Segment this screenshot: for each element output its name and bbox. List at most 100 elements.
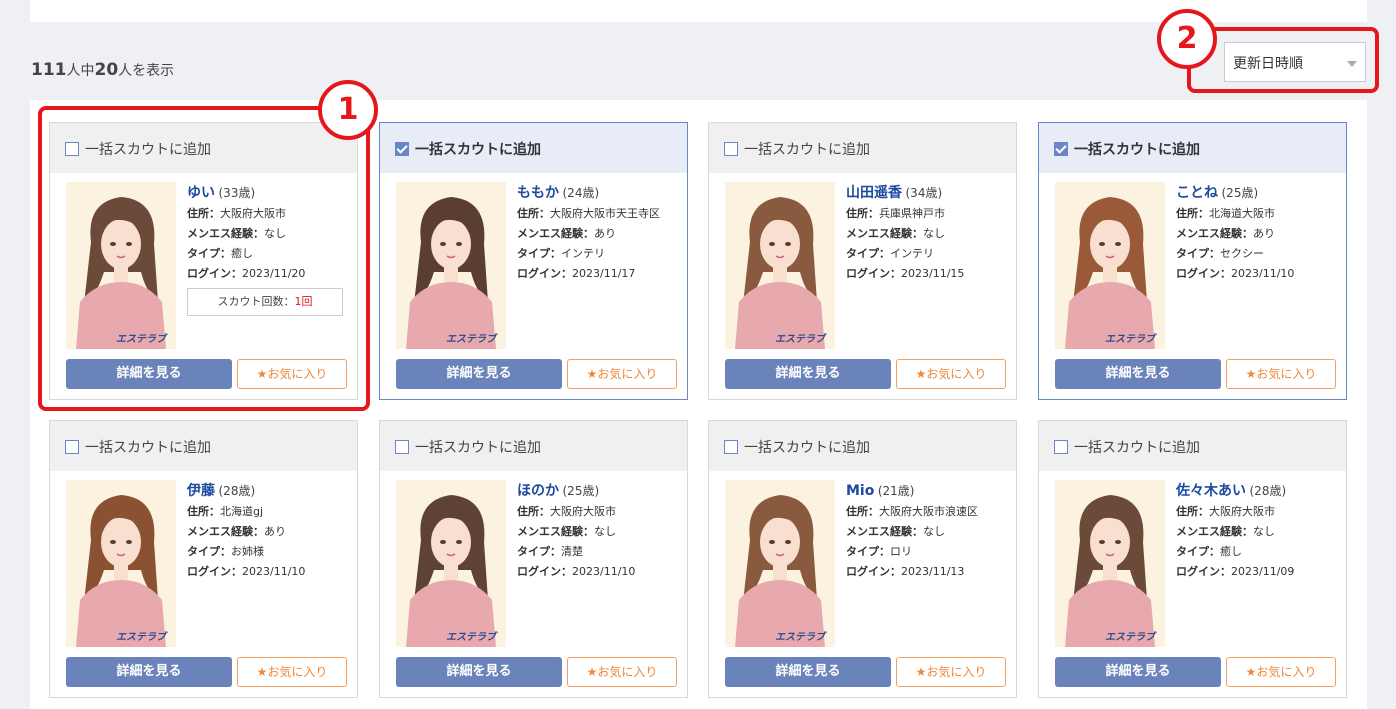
photo-logo: エステラブ [446,334,496,345]
bulk-scout-label: 一括スカウトに追加 [1074,440,1200,456]
address-label: 住所： [1176,207,1209,220]
checkbox-icon[interactable] [724,142,738,156]
favorite-label: お気に入り [597,367,658,381]
bulk-scout-toggle[interactable]: 一括スカウトに追加 [1039,123,1346,173]
star-icon: ★ [256,665,268,679]
star-icon: ★ [915,367,927,381]
type-label: タイプ： [517,247,561,260]
profile-photo[interactable]: エステラブ [1055,182,1165,349]
bulk-scout-label: 一括スカウトに追加 [415,142,541,158]
profile-name-link[interactable]: ほのか [517,483,559,499]
login-label: ログイン： [517,565,572,578]
bulk-scout-toggle[interactable]: 一括スカウトに追加 [1039,421,1346,471]
login-label: ログイン： [1176,267,1231,280]
bulk-scout-toggle[interactable]: 一括スカウトに追加 [709,123,1016,173]
woman-illustration-icon [735,495,825,647]
profile-info: Mio (21歳) 住所：大阪府大阪市浪速区 メンエス経験：なし タイプ：ロリ … [846,481,1016,582]
profile-name-link[interactable]: 佐々木あい [1176,483,1246,499]
type-value: ロリ [890,545,912,558]
woman-illustration-icon [76,495,166,647]
profile-name-link[interactable]: ことね [1176,185,1218,201]
count-mid-text: 人中 [66,63,95,79]
favorite-button[interactable]: ★お気に入り [1226,657,1336,687]
detail-button[interactable]: 詳細を見る [725,657,891,687]
woman-illustration-icon [406,495,496,647]
profile-card: 一括スカウトに追加 エステラブ 伊藤 (28歳) 住所：北海道gj メンエス経験… [49,420,358,698]
bulk-scout-toggle[interactable]: 一括スカウトに追加 [380,123,687,173]
checkbox-icon[interactable] [1054,142,1068,156]
result-count: 111人中20人を表示 [31,60,174,80]
checkbox-icon[interactable] [1054,440,1068,454]
profile-photo[interactable]: エステラブ [396,182,506,349]
login-label: ログイン： [846,267,901,280]
type-label: タイプ： [1176,545,1220,558]
profile-photo[interactable]: エステラブ [396,480,506,647]
total-count: 111 [31,60,67,80]
photo-logo: エステラブ [446,632,496,643]
detail-button[interactable]: 詳細を見る [396,359,562,389]
login-label: ログイン： [846,565,901,578]
profile-card: 一括スカウトに追加 エステラブ Mio (21歳) 住所：大阪府大阪市浪速区 メ… [708,420,1017,698]
experience-label: メンエス経験： [517,227,594,240]
profile-name-link[interactable]: ももか [517,185,559,201]
detail-button[interactable]: 詳細を見る [66,657,232,687]
checkbox-icon[interactable] [395,440,409,454]
favorite-label: お気に入り [926,665,987,679]
star-icon: ★ [1245,665,1257,679]
profile-card: 一括スカウトに追加 エステラブ ほのか (25歳) 住所：大阪府大阪市 メンエス… [379,420,688,698]
address-label: 住所： [846,207,879,220]
bulk-scout-toggle[interactable]: 一括スカウトに追加 [709,421,1016,471]
profile-name-link[interactable]: 山田遥香 [846,185,902,201]
checkbox-icon[interactable] [395,142,409,156]
photo-logo: エステラブ [116,632,166,643]
type-label: タイプ： [517,545,561,558]
photo-logo: エステラブ [775,334,825,345]
bulk-scout-label: 一括スカウトに追加 [85,440,211,456]
detail-button[interactable]: 詳細を見る [1055,657,1221,687]
type-value: 癒し [1220,545,1242,558]
checkbox-icon[interactable] [65,440,79,454]
profile-photo[interactable]: エステラブ [66,480,176,647]
favorite-button[interactable]: ★お気に入り [896,359,1006,389]
checkbox-icon[interactable] [724,440,738,454]
login-value: 2023/11/15 [901,267,965,280]
profile-info: ほのか (25歳) 住所：大阪府大阪市 メンエス経験：なし タイプ：清楚 ログイ… [517,481,687,582]
annotation-badge-2: 2 [1157,9,1217,69]
profile-name-link[interactable]: 伊藤 [187,483,215,499]
type-label: タイプ： [1176,247,1220,260]
detail-button[interactable]: 詳細を見る [1055,359,1221,389]
experience-value: なし [594,525,616,538]
favorite-label: お気に入り [1256,665,1317,679]
experience-label: メンエス経験： [846,525,923,538]
profile-age: (28歳) [218,484,256,498]
favorite-button[interactable]: ★お気に入り [567,359,677,389]
favorite-button[interactable]: ★お気に入り [896,657,1006,687]
woman-illustration-icon [1065,197,1155,349]
experience-value: なし [923,525,945,538]
address-value: 大阪府大阪市浪速区 [879,505,978,518]
shown-count: 20 [94,60,119,80]
bulk-scout-label: 一括スカウトに追加 [415,440,541,456]
bulk-scout-toggle[interactable]: 一括スカウトに追加 [50,421,357,471]
profile-age: (25歳) [1221,186,1259,200]
profile-photo[interactable]: エステラブ [725,480,835,647]
profile-info: 伊藤 (28歳) 住所：北海道gj メンエス経験：あり タイプ：お姉様 ログイン… [187,481,357,582]
bulk-scout-toggle[interactable]: 一括スカウトに追加 [380,421,687,471]
favorite-label: お気に入り [1256,367,1317,381]
favorite-button[interactable]: ★お気に入り [237,657,347,687]
profile-photo[interactable]: エステラブ [725,182,835,349]
photo-logo: エステラブ [1105,632,1155,643]
profile-photo[interactable]: エステラブ [1055,480,1165,647]
address-value: 北海道gj [220,505,264,518]
login-value: 2023/11/10 [572,565,636,578]
detail-button[interactable]: 詳細を見る [396,657,562,687]
address-value: 大阪府大阪市天王寺区 [550,207,660,220]
favorite-button[interactable]: ★お気に入り [1226,359,1336,389]
favorite-button[interactable]: ★お気に入り [567,657,677,687]
profile-name-link[interactable]: Mio [846,483,874,499]
photo-logo: エステラブ [775,632,825,643]
login-value: 2023/11/13 [901,565,965,578]
detail-button[interactable]: 詳細を見る [725,359,891,389]
experience-value: あり [264,525,286,538]
annotation-badge-1: 1 [318,80,378,140]
